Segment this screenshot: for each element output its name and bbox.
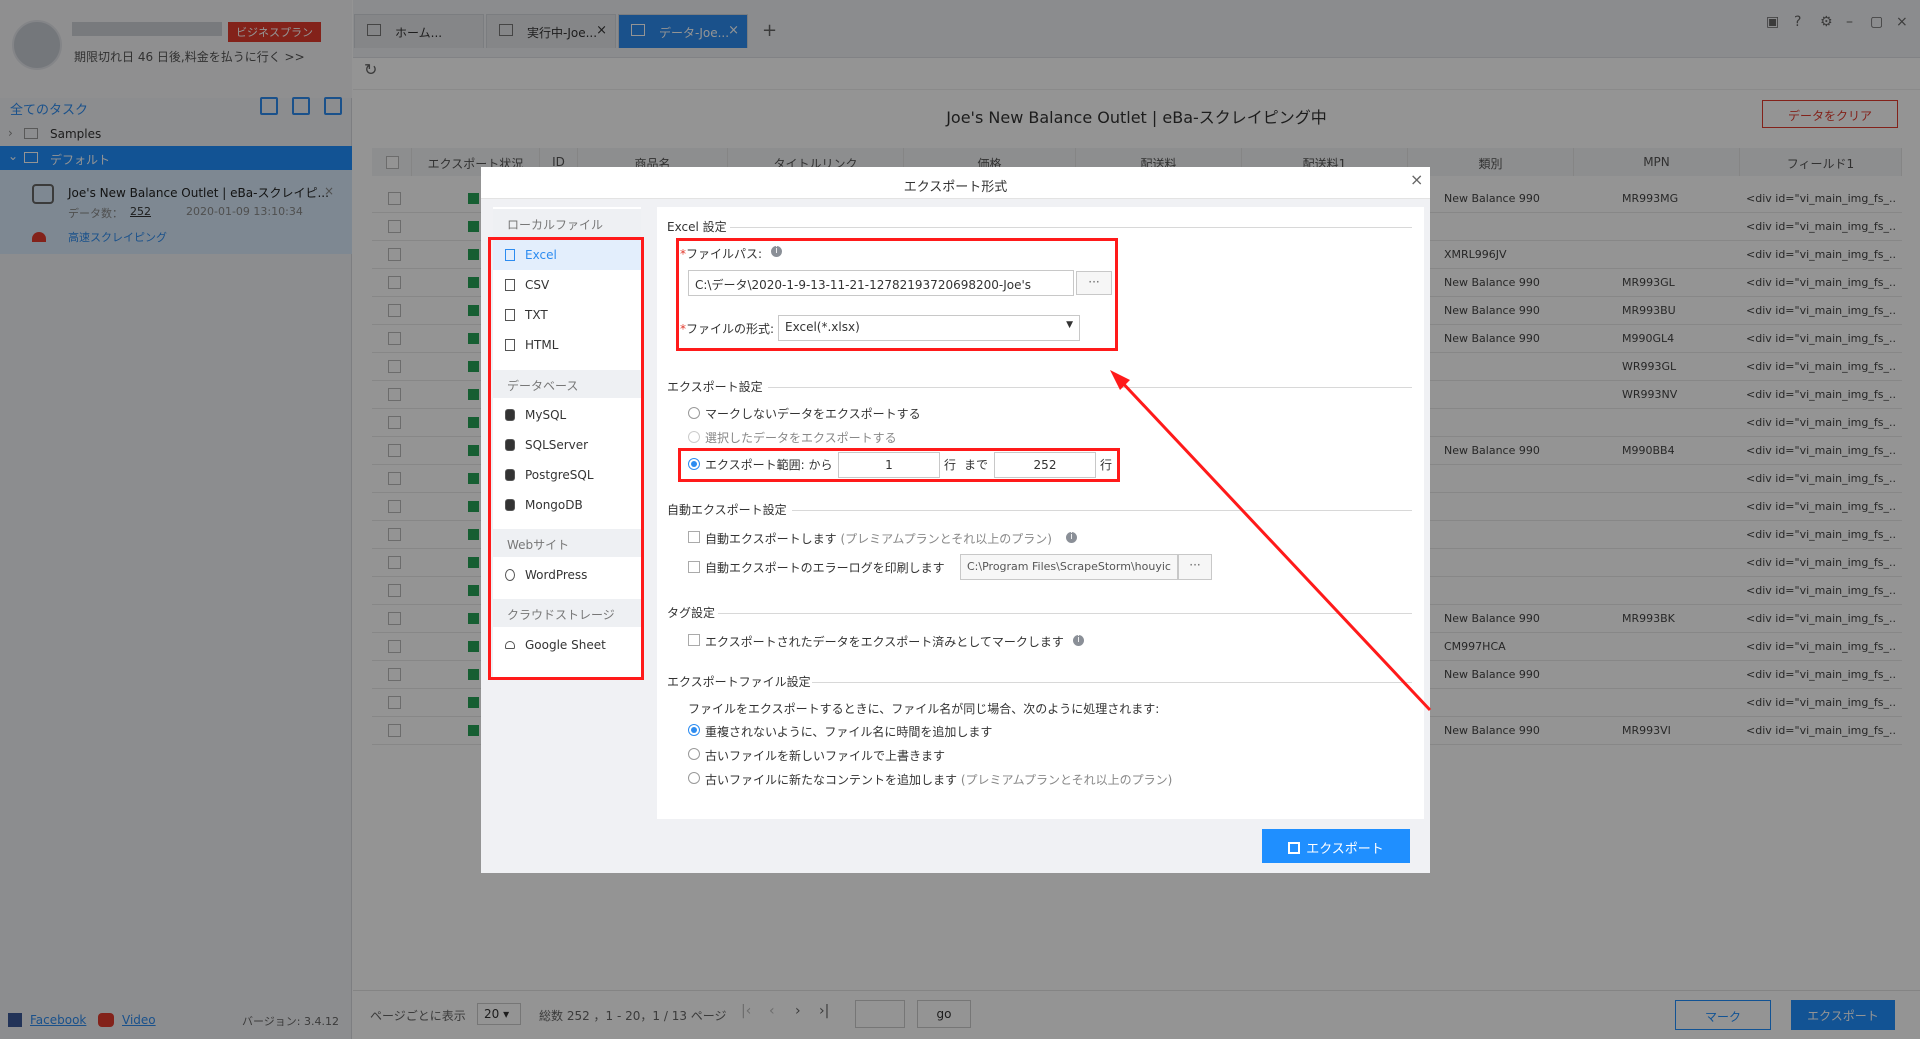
excel-settings-title: Excel 設定 [667, 220, 727, 234]
browse-log-button[interactable]: ··· [1178, 554, 1212, 580]
radio-unmarked[interactable] [688, 407, 700, 419]
divider [718, 613, 1412, 614]
auto-export-text: 自動エクスポートします [705, 532, 837, 546]
download-icon [1288, 842, 1301, 854]
info-icon[interactable]: i [1073, 635, 1084, 646]
premium-note: (プレミアムプランとそれ以上のプラン) [840, 532, 1052, 546]
highlight-excel-settings [676, 238, 1118, 351]
radio-append[interactable] [688, 772, 700, 784]
radio-selected[interactable] [688, 431, 700, 443]
close-icon[interactable]: × [1410, 170, 1423, 189]
mark-exported-checkbox[interactable] [688, 634, 700, 646]
dialog-export-button[interactable]: エクスポート [1262, 829, 1410, 863]
option-unmarked-label: マークしないデータをエクスポートする [705, 407, 921, 421]
highlight-format-list [488, 237, 644, 680]
export-label: エクスポート [1306, 842, 1384, 857]
premium-note: (プレミアムプランとそれ以上のプラン) [960, 773, 1173, 787]
tag-settings-title: タグ設定 [667, 606, 716, 620]
file-settings-title: エクスポートファイル設定 [667, 675, 811, 689]
info-icon[interactable]: i [1066, 532, 1077, 543]
radio-overwrite[interactable] [688, 748, 700, 760]
radio-add-time[interactable] [688, 724, 700, 736]
auto-export-label: 自動エクスポートします (プレミアムプランとそれ以上のプラン) [705, 530, 1052, 547]
divider [730, 227, 1412, 228]
divider [792, 510, 1412, 511]
divider [812, 682, 1412, 683]
error-log-checkbox[interactable] [688, 561, 700, 573]
dialog-title: エクスポート形式 [481, 167, 1430, 199]
add-time-label: 重複されないように、ファイル名に時間を追加します [705, 725, 993, 739]
auto-export-checkbox[interactable] [688, 531, 700, 543]
group-local-file: ローカルファイル [493, 209, 641, 237]
divider [768, 387, 1412, 388]
mark-exported-label: エクスポートされたデータをエクスポート済みとしてマークします [705, 635, 1064, 649]
append-text: 古いファイルに新たなコンテントを追加します [705, 773, 958, 787]
error-log-label: 自動エクスポートのエラーログを印刷します [705, 561, 945, 575]
overwrite-label: 古いファイルを新しいファイルで上書きます [705, 749, 946, 763]
auto-export-title: 自動エクスポート設定 [667, 503, 787, 517]
append-label: 古いファイルに新たなコンテントを追加します (プレミアムプランとそれ以上のプラン… [705, 771, 1172, 788]
option-selected-label: 選択したデータをエクスポートする [705, 431, 897, 445]
highlight-export-range [678, 448, 1120, 482]
file-settings-desc: ファイルをエクスポートするときに、ファイル名が同じ場合、次のように処理されます: [688, 702, 1160, 716]
export-settings-title: エクスポート設定 [667, 380, 763, 394]
log-path-input[interactable]: C:\Program Files\ScrapeStorm\houyic [960, 554, 1178, 580]
